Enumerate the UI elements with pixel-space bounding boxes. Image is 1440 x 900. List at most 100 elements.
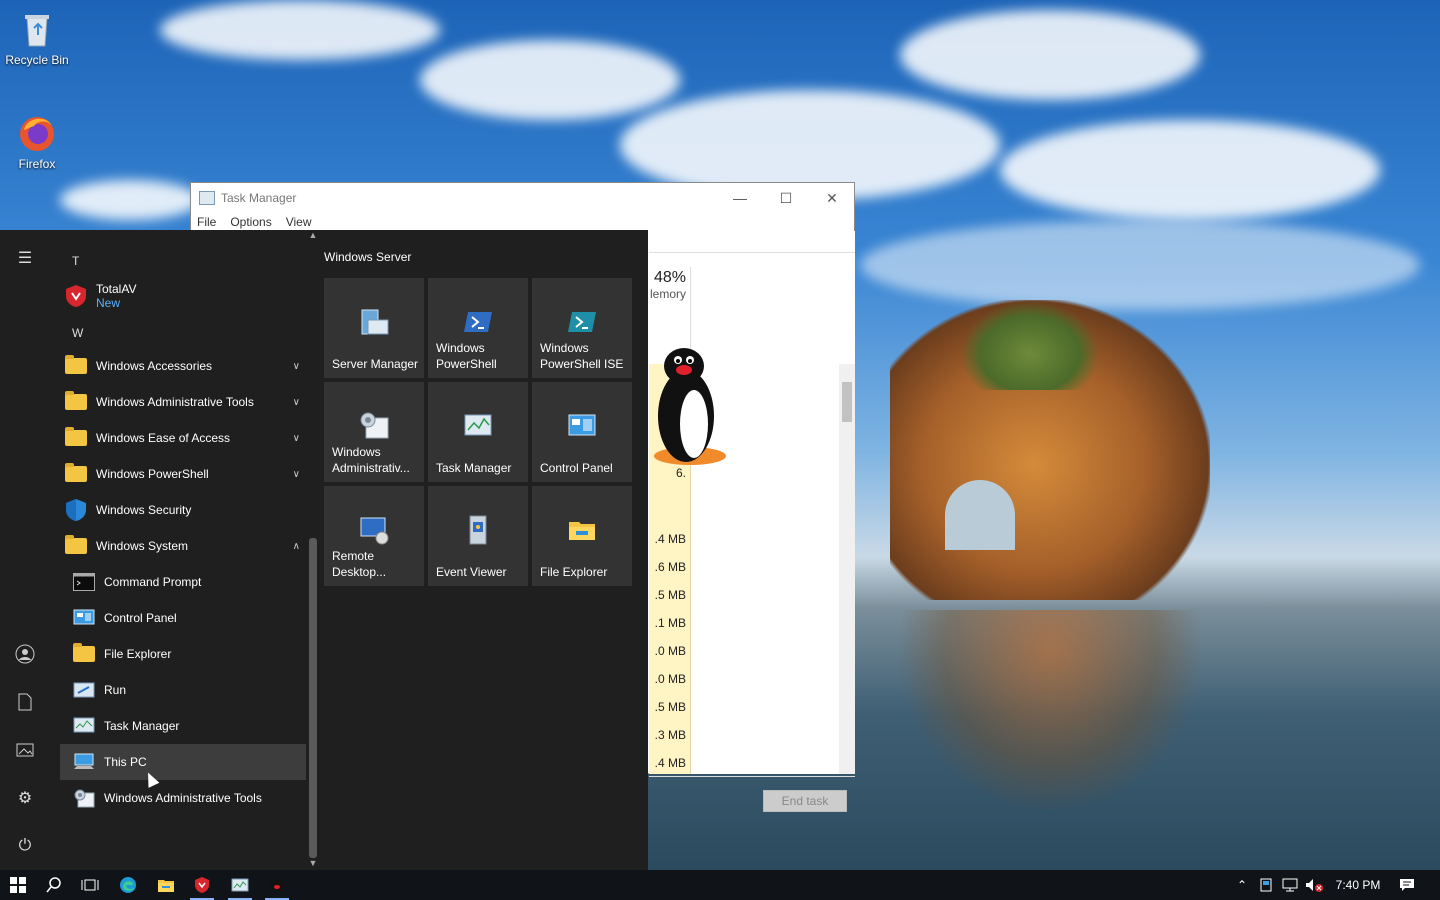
- memory-label: lemory: [649, 287, 686, 301]
- scrollbar-thumb[interactable]: [842, 382, 852, 422]
- show-hidden-icons-chevron-up-icon[interactable]: ⌃: [1232, 870, 1252, 900]
- app-list: T TotalAV New W Windows Accessories ∨ Wi…: [60, 230, 306, 870]
- totalav-shield-icon[interactable]: [184, 870, 220, 900]
- menu-bar: File Options View: [197, 215, 312, 229]
- process-panel: 48% lemory .7 .8 6. .4 MB .6 MB .5 MB .1…: [649, 231, 855, 812]
- menu-options[interactable]: Options: [230, 215, 271, 229]
- settings-gear-icon[interactable]: ⚙: [13, 786, 37, 810]
- app-label: File Explorer: [104, 647, 172, 661]
- memory-cell: .5 MB: [654, 700, 686, 714]
- admin-tools-icon: [360, 412, 389, 439]
- hamburger-menu-icon[interactable]: ☰: [13, 246, 37, 270]
- chevron-down-icon: ∨: [292, 360, 300, 372]
- start-rail: ☰ ⚙ ⏻: [0, 230, 50, 870]
- rock-vegetation: [960, 300, 1100, 390]
- app-label: TotalAV: [96, 282, 137, 296]
- shield-icon: [64, 498, 88, 522]
- scrollbar-thumb[interactable]: [309, 538, 317, 858]
- remote-desktop-icon: [360, 517, 389, 545]
- search-icon[interactable]: [36, 870, 72, 900]
- app-label: Task Manager: [104, 719, 180, 733]
- control-panel-icon: [72, 606, 96, 630]
- tile-event-viewer[interactable]: Event Viewer: [428, 486, 528, 586]
- app-totalav[interactable]: TotalAV New: [60, 276, 306, 316]
- app-windows-administrative-tools[interactable]: Windows Administrative Tools: [60, 780, 306, 816]
- app-task-manager[interactable]: Task Manager: [60, 708, 306, 744]
- tile-group-title[interactable]: Windows Server: [324, 250, 411, 264]
- start-button-windows-icon[interactable]: [0, 870, 36, 900]
- tile-remote-desktop[interactable]: Remote Desktop...: [324, 486, 424, 586]
- scroll-up-arrow-icon[interactable]: ▲: [307, 230, 319, 240]
- task-manager-icon: [464, 414, 492, 436]
- divider: [649, 776, 855, 777]
- memory-cell: .0 MB: [654, 672, 686, 686]
- desktop-icon-firefox[interactable]: Firefox: [0, 112, 74, 171]
- app-label: Windows Administrative Tools: [96, 395, 254, 409]
- pictures-icon[interactable]: [13, 738, 37, 762]
- scroll-down-arrow-icon[interactable]: ▼: [307, 858, 319, 868]
- letter-header-w[interactable]: W: [72, 326, 83, 340]
- window-title: Task Manager: [221, 191, 297, 205]
- tile-task-manager[interactable]: Task Manager: [428, 382, 528, 482]
- network-icon[interactable]: [1280, 870, 1300, 900]
- folder-icon: [64, 390, 88, 414]
- process-scrollbar[interactable]: [839, 364, 855, 774]
- tile-label: Windows PowerShell ISE: [540, 341, 624, 371]
- app-control-panel[interactable]: Control Panel: [60, 600, 306, 636]
- task-manager-icon[interactable]: [222, 870, 258, 900]
- app-windows-ease-of-access[interactable]: Windows Ease of Access ∨: [60, 420, 306, 456]
- memory-cell: .0 MB: [654, 644, 686, 658]
- memory-cell: .4 MB: [654, 532, 686, 546]
- minimize-button[interactable]: —: [717, 183, 763, 213]
- app-windows-administrative-tools-folder[interactable]: Windows Administrative Tools ∨: [60, 384, 306, 420]
- action-center-icon[interactable]: [1392, 870, 1422, 900]
- tile-windows-powershell-ise[interactable]: Windows PowerShell ISE: [532, 278, 632, 378]
- storage-device-icon[interactable]: [1256, 870, 1276, 900]
- close-button[interactable]: ✕: [809, 183, 855, 213]
- system-clock[interactable]: 7:40 PM: [1330, 870, 1386, 900]
- user-account-icon[interactable]: [13, 642, 37, 666]
- maximize-button[interactable]: ☐: [763, 183, 809, 213]
- pingu-app-icon[interactable]: [259, 870, 295, 900]
- tile-control-panel[interactable]: Control Panel: [532, 382, 632, 482]
- end-task-button[interactable]: End task: [763, 790, 847, 812]
- app-command-prompt[interactable]: Command Prompt: [60, 564, 306, 600]
- volume-muted-icon[interactable]: [1304, 870, 1326, 900]
- app-label: Windows Administrative Tools: [104, 791, 262, 805]
- app-windows-security[interactable]: Windows Security: [60, 492, 306, 528]
- letter-header-t[interactable]: T: [72, 254, 79, 268]
- menu-view[interactable]: View: [286, 215, 312, 229]
- tile-server-manager[interactable]: Server Manager: [324, 278, 424, 378]
- app-label: Control Panel: [104, 611, 177, 625]
- tile-file-explorer[interactable]: File Explorer: [532, 486, 632, 586]
- app-label: Windows System: [96, 539, 189, 553]
- admin-tools-icon: [72, 786, 96, 810]
- app-windows-powershell-folder[interactable]: Windows PowerShell ∨: [60, 456, 306, 492]
- tile-windows-powershell[interactable]: Windows PowerShell: [428, 278, 528, 378]
- file-explorer-icon[interactable]: [148, 870, 184, 900]
- app-windows-system[interactable]: Windows System ∧: [60, 528, 306, 564]
- edge-browser-icon[interactable]: [110, 870, 146, 900]
- firefox-icon: [16, 112, 58, 154]
- rock-arch: [945, 480, 1015, 550]
- folder-icon: [64, 354, 88, 378]
- app-this-pc[interactable]: This PC: [60, 744, 306, 780]
- task-manager-icon: [199, 191, 215, 205]
- tile-label: Windows PowerShell: [436, 341, 497, 371]
- app-windows-accessories[interactable]: Windows Accessories ∨: [60, 348, 306, 384]
- tab-strip: [649, 231, 855, 253]
- taskbar: ⌃ 7:40 PM: [0, 870, 1440, 900]
- app-label-group: TotalAV New: [96, 282, 136, 310]
- app-label: Windows Accessories: [96, 359, 213, 373]
- tile-windows-administrative-tools[interactable]: Windows Administrativ...: [324, 382, 424, 482]
- app-label: Run: [104, 683, 127, 697]
- documents-icon[interactable]: [13, 690, 37, 714]
- app-run[interactable]: Run: [60, 672, 306, 708]
- run-icon: [72, 678, 96, 702]
- app-file-explorer[interactable]: File Explorer: [60, 636, 306, 672]
- menu-file[interactable]: File: [197, 215, 216, 229]
- task-view-icon[interactable]: [72, 870, 108, 900]
- desktop-icon-recycle-bin[interactable]: Recycle Bin: [0, 8, 74, 67]
- power-icon[interactable]: ⏻: [13, 834, 37, 858]
- app-list-scrollbar[interactable]: ▲ ▼: [306, 230, 320, 870]
